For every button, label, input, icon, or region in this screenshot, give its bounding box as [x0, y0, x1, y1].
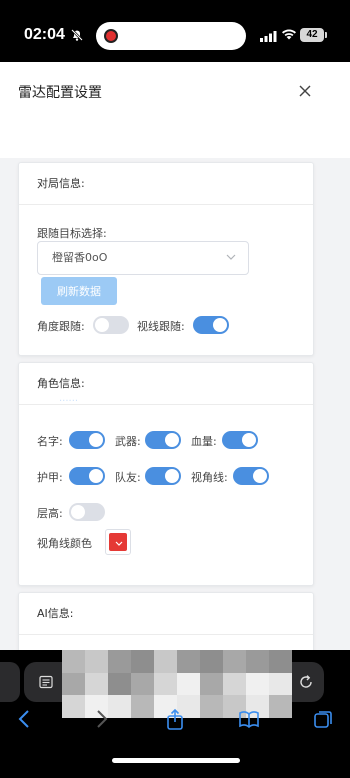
redaction-pixel	[269, 695, 292, 718]
character-info-card: 角色信息: ...... 名字: 武器: 血量: 护甲: 队友: 视角线: 层高…	[18, 362, 314, 586]
sight-follow-label: 视线跟随:	[137, 320, 185, 333]
redaction-pixel	[131, 650, 154, 673]
share-icon[interactable]	[164, 708, 186, 730]
close-icon[interactable]	[296, 82, 314, 100]
floor-height-toggle[interactable]	[69, 503, 105, 521]
redaction-pixel	[223, 672, 246, 696]
weapon-toggle[interactable]	[145, 431, 181, 449]
redaction-pixel	[269, 650, 292, 673]
wifi-icon	[282, 29, 296, 40]
modal-body: 对局信息: 跟随目标选择: 橙留香0oO 刷新数据 角度跟随: 视线跟随: 角色…	[0, 158, 350, 662]
chevron-down-icon	[115, 541, 123, 546]
recording-icon	[104, 29, 118, 43]
chevron-down-icon	[226, 254, 236, 260]
redaction-pixel	[246, 650, 269, 673]
health-toggle[interactable]	[222, 431, 258, 449]
previous-tab-pill[interactable]	[0, 662, 20, 702]
redaction-pixel	[246, 672, 269, 696]
reload-icon[interactable]	[298, 674, 314, 690]
sight-line-label: 视角线:	[191, 471, 228, 484]
sight-line-color-picker[interactable]	[105, 529, 131, 555]
name-toggle[interactable]	[69, 431, 105, 449]
redaction-pixel	[177, 672, 200, 696]
sight-line-color-label: 视角线颜色	[37, 537, 92, 550]
bookmarks-icon[interactable]	[238, 708, 260, 730]
redaction-pixel	[269, 672, 292, 696]
sight-line-toggle[interactable]	[233, 467, 269, 485]
status-bar: 02:04 42	[0, 0, 350, 62]
modal-title: 雷达配置设置	[18, 85, 102, 101]
redaction-pixel	[200, 672, 223, 696]
sight-follow-toggle[interactable]	[193, 316, 229, 334]
battery-tip	[325, 32, 327, 38]
redaction-pixel	[62, 695, 85, 718]
recording-indicator[interactable]	[96, 22, 246, 50]
redaction-pixel	[131, 672, 154, 696]
redaction-pixel	[131, 695, 154, 718]
redaction-pixel	[223, 650, 246, 673]
home-indicator[interactable]	[112, 758, 240, 763]
redaction-pixel	[62, 672, 85, 696]
teammate-toggle[interactable]	[145, 467, 181, 485]
redaction-pixel	[108, 672, 131, 696]
battery-icon: 42	[300, 28, 324, 42]
follow-target-value: 橙留香0oO	[52, 251, 108, 264]
ai-info-title: AI信息:	[19, 593, 313, 635]
redaction-pixel	[108, 650, 131, 673]
match-info-title: 对局信息:	[19, 163, 313, 205]
back-icon[interactable]	[14, 708, 36, 730]
match-info-card: 对局信息: 跟随目标选择: 橙留香0oO 刷新数据 角度跟随: 视线跟随:	[18, 162, 314, 356]
status-time: 02:04	[24, 26, 65, 43]
modal-header: 雷达配置设置	[0, 62, 350, 158]
refresh-data-button[interactable]: 刷新数据	[41, 277, 117, 305]
armor-label: 护甲:	[37, 471, 63, 484]
redaction-pixel	[85, 650, 108, 673]
tabs-icon[interactable]	[312, 708, 334, 730]
redaction-pixel	[154, 672, 177, 696]
forward-icon[interactable]	[90, 708, 112, 730]
name-label: 名字:	[37, 435, 63, 448]
teammate-label: 队友:	[115, 471, 141, 484]
floor-height-label: 层高:	[37, 507, 63, 520]
redaction-pixel	[200, 695, 223, 718]
health-label: 血量:	[191, 435, 217, 448]
watermark-text: ......	[59, 393, 79, 404]
browser-toolbar	[0, 650, 350, 778]
armor-toggle[interactable]	[69, 467, 105, 485]
redaction-pixel	[85, 672, 108, 696]
angle-follow-toggle[interactable]	[93, 316, 129, 334]
redaction-pixel	[200, 650, 223, 673]
signal-icon	[260, 31, 277, 42]
bell-off-icon	[71, 29, 83, 41]
weapon-label: 武器:	[115, 435, 141, 448]
redaction-pixel	[154, 650, 177, 673]
follow-target-label: 跟随目标选择:	[37, 227, 107, 240]
redaction-pixel	[177, 650, 200, 673]
redaction-pixel	[62, 650, 85, 673]
reader-icon[interactable]	[39, 675, 53, 689]
angle-follow-label: 角度跟随:	[37, 320, 85, 333]
follow-target-select[interactable]: 橙留香0oO	[37, 241, 249, 275]
